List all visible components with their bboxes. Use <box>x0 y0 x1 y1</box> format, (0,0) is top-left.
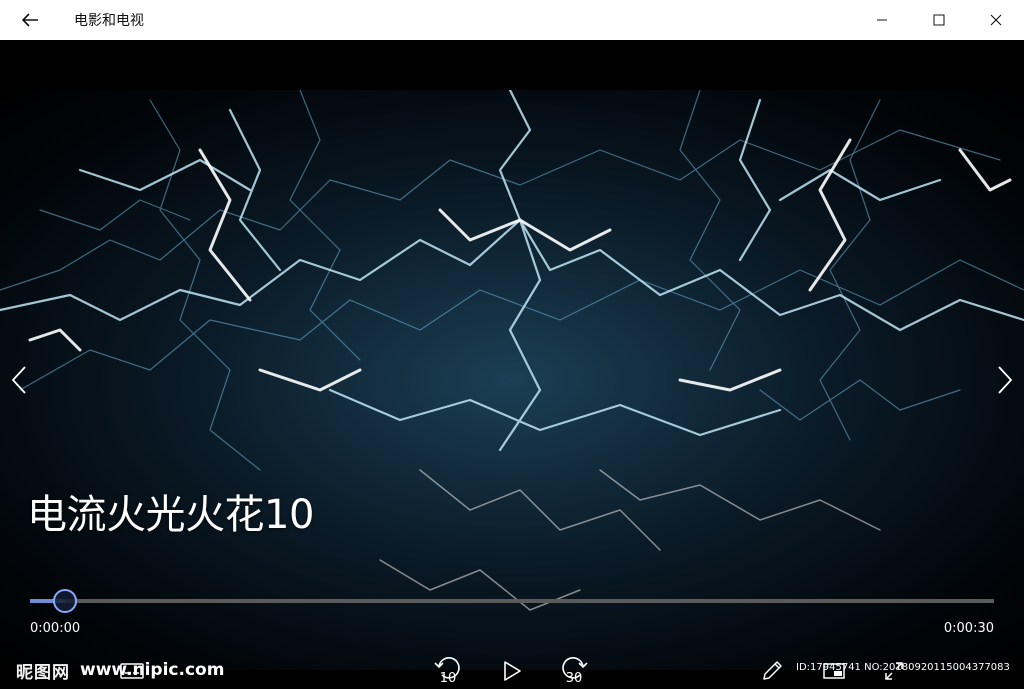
back-button[interactable] <box>0 0 60 40</box>
captions-button[interactable] <box>112 652 152 689</box>
window-controls <box>853 0 1024 40</box>
minimize-icon <box>876 19 887 21</box>
seek-thumb[interactable] <box>52 589 77 613</box>
maximize-icon <box>933 14 944 26</box>
play-icon <box>504 660 521 681</box>
chevron-right-icon <box>998 366 1013 394</box>
skip-forward-label: 30 <box>565 671 583 686</box>
close-icon <box>990 14 1001 26</box>
app-title: 电影和电视 <box>74 13 144 29</box>
next-video-button[interactable] <box>990 360 1020 400</box>
pencil-icon <box>763 660 782 680</box>
maximize-button[interactable] <box>910 0 967 40</box>
captions-icon <box>120 662 144 679</box>
play-button[interactable] <box>492 652 532 689</box>
skip-forward-button[interactable]: 30 <box>554 652 594 689</box>
total-time: 0:00:30 <box>943 621 994 636</box>
video-stage[interactable]: 电流火光火花10 0:00:00 0:00:30 昵图网 www.nipic.c… <box>0 40 1024 689</box>
title-bar: 电影和电视 <box>0 0 1024 40</box>
playback-controls: 10 30 <box>0 652 1024 689</box>
lightning-image <box>0 90 1024 611</box>
fullscreen-button[interactable] <box>874 652 914 689</box>
seek-bar[interactable] <box>30 589 994 613</box>
back-arrow-icon <box>21 13 38 27</box>
mini-view-button[interactable] <box>814 652 854 689</box>
skip-back-button[interactable]: 10 <box>428 652 468 689</box>
minimize-button[interactable] <box>853 0 910 40</box>
video-frame[interactable] <box>0 90 1024 670</box>
fullscreen-icon <box>885 661 903 680</box>
current-time: 0:00:00 <box>30 621 81 636</box>
skip-back-label: 10 <box>439 671 457 686</box>
edit-button[interactable] <box>752 652 792 689</box>
previous-video-button[interactable] <box>4 360 34 400</box>
seek-track[interactable] <box>30 599 994 603</box>
close-button[interactable] <box>967 0 1024 40</box>
mini-view-icon <box>823 662 845 679</box>
video-title: 电流火光火花10 <box>27 492 314 538</box>
chevron-left-icon <box>11 366 26 394</box>
